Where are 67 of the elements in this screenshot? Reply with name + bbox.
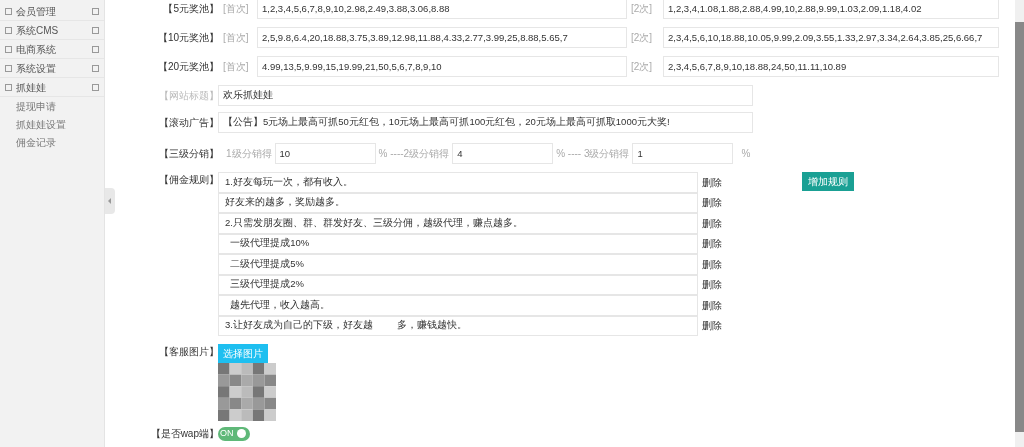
tag-text: [首次] (223, 31, 250, 45)
rule-field[interactable]: 2.只需发朋友圈、群、群发好友、三级分佣，越级代理，赚点越多。 (218, 213, 698, 234)
rule-field[interactable]: 3.让好友成为自己的下级，好友越 多，赚钱越快。 (218, 315, 698, 336)
delete-link[interactable]: 删除 (698, 174, 722, 190)
field-label: 【10元奖池】 (157, 32, 219, 43)
scrollbar[interactable] (1015, 0, 1024, 447)
field-label: 【客服图片】 (159, 346, 219, 357)
square-icon (5, 83, 12, 91)
rule-field[interactable]: 好友来的越多，奖励越多。 (218, 192, 698, 213)
sidebar-item[interactable]: 会员管理 (0, 2, 104, 21)
rule-field[interactable]: 三级代理提成2% (218, 274, 698, 295)
square-icon (92, 26, 99, 34)
level-label: 1级分销得 (225, 147, 273, 161)
field-label: 【是否wap端】 (150, 428, 219, 439)
input-field[interactable]: 2,3,4,5,6,7,8,9,10,18.88,24,50,11.11,10.89 (663, 56, 999, 77)
collapse-handle[interactable] (105, 188, 115, 214)
delete-link[interactable]: 删除 (698, 297, 722, 313)
level-label: % ---- 3级分销得 (555, 147, 631, 161)
submenu-item[interactable]: 佣金记录 (0, 133, 104, 151)
input-field[interactable]: 1,2,3,4,5,6,7,8,9,10,2.98,2.49,3.88,3.06,8.88 (257, 0, 627, 19)
field-label: 【佣金规则】 (159, 174, 219, 185)
delete-link[interactable]: 删除 (698, 256, 722, 272)
sidebar-item[interactable]: 电商系统 (0, 40, 104, 59)
input-field[interactable]: 欢乐抓娃娃 (218, 85, 753, 106)
submenu-item[interactable]: 提现申请 (0, 97, 104, 115)
rule-field[interactable]: 二级代理提成5% (218, 254, 698, 275)
tag-text: [2次] (630, 31, 654, 45)
sidebar-item[interactable]: 系统CMS (0, 21, 104, 40)
rule-field[interactable]: 一级代理提成10% (218, 233, 698, 254)
input-field[interactable]: 4 (452, 143, 554, 164)
square-icon (5, 26, 12, 34)
tag-text: [首次] (223, 60, 250, 74)
delete-link[interactable]: 删除 (698, 277, 722, 293)
delete-link[interactable]: 删除 (698, 236, 722, 252)
square-icon (5, 64, 12, 72)
square-icon (5, 45, 12, 53)
input-field[interactable]: 【公告】5元场上最高可抓50元红包，10元场上最高可抓100元红包，20元场上最高可抓取1000元大奖! (218, 112, 753, 133)
rule-field[interactable]: 越先代理，收入越高。 (218, 295, 698, 316)
level-label: % ----2级分销得 (377, 147, 451, 161)
tag-text: [首次] (223, 2, 250, 16)
input-field[interactable]: 2,5,9.8,6.4,20,18.88,3.75,3.89,12.98,11.88,4.33,2.77,3.99,25,8.88,5.65,7 (257, 27, 627, 48)
input-field[interactable]: 1,2,3,4,1.08,1.88,2.88,4.99,10,2.88,9.99,1.03,2.09,1.18,4.02 (663, 0, 999, 19)
tag-text: [2次] (630, 60, 654, 74)
percent-sign: % (740, 147, 751, 161)
sidebar-item[interactable]: 抓娃娃 (0, 78, 104, 97)
square-icon (92, 64, 99, 72)
delete-link[interactable]: 删除 (698, 215, 722, 231)
square-icon (92, 7, 99, 15)
tag-text: [2次] (630, 2, 654, 16)
rule-field[interactable]: 1.好友每玩一次，都有收入。 (218, 172, 698, 193)
field-label: 【20元奖池】 (157, 61, 219, 72)
field-label: 【滚动广告】 (159, 117, 219, 128)
input-field[interactable]: 10 (274, 143, 376, 164)
sidebar-item[interactable]: 系统设置 (0, 59, 104, 78)
field-label: 【5元奖池】 (163, 3, 219, 14)
field-label: 【网站标题】 (159, 90, 219, 101)
input-field[interactable]: 4.99,13,5,9.99,15,19.99,21,50,5,6,7,8,9,10 (257, 56, 627, 77)
input-field[interactable]: 2,3,4,5,6,10,18.88,10.05,9.99,2.09,3.55,1.33,2.97,3.34,2.64,3.85,25,6.66,7 (663, 27, 999, 48)
chevron-left-icon (108, 198, 112, 204)
delete-link[interactable]: 删除 (698, 195, 722, 211)
square-icon (92, 45, 99, 53)
submenu-item[interactable]: 抓娃娃设置 (0, 115, 104, 133)
field-label: 【三级分销】 (159, 148, 219, 159)
delete-link[interactable]: 删除 (698, 318, 722, 334)
square-icon (92, 83, 99, 91)
square-icon (5, 7, 12, 15)
input-field[interactable]: 1 (632, 143, 734, 164)
